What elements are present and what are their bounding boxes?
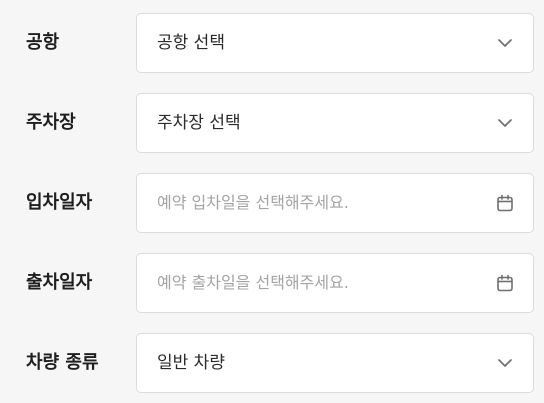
parking-label: 주차장 <box>26 112 76 133</box>
checkin-date-input[interactable]: 예약 입차일을 선택해주세요. <box>136 173 534 233</box>
vehicle-row: 차량 종류 일반 차량 <box>0 333 544 393</box>
vehicle-type-select[interactable]: 일반 차량 <box>136 333 534 393</box>
checkout-date-placeholder: 예약 출차일을 선택해주세요. <box>157 273 349 292</box>
vehicle-type-value: 일반 차량 <box>157 353 225 373</box>
parking-select[interactable]: 주차장 선택 <box>136 93 534 153</box>
airport-label: 공항 <box>26 32 60 53</box>
chevron-down-icon <box>495 113 515 133</box>
vehicle-label: 차량 종류 <box>26 352 99 373</box>
chevron-down-icon <box>495 33 515 53</box>
checkout-date-input[interactable]: 예약 출차일을 선택해주세요. <box>136 253 534 313</box>
airport-select-value: 공항 선택 <box>157 33 225 53</box>
calendar-icon[interactable] <box>495 273 515 293</box>
checkin-row: 입차일자 예약 입차일을 선택해주세요. <box>0 173 544 233</box>
checkin-label: 입차일자 <box>26 192 93 213</box>
checkout-label: 출차일자 <box>26 272 93 293</box>
airport-row: 공항 공항 선택 <box>0 13 544 73</box>
checkout-row: 출차일자 예약 출차일을 선택해주세요. <box>0 253 544 313</box>
airport-select[interactable]: 공항 선택 <box>136 13 534 73</box>
parking-row: 주차장 주차장 선택 <box>0 93 544 153</box>
parking-select-value: 주차장 선택 <box>157 113 241 133</box>
calendar-icon[interactable] <box>495 193 515 213</box>
parking-reservation-form: 공항 공항 선택 주차장 주차장 선택 입차일자 예약 입차일을 선택해주세요. <box>0 0 544 403</box>
checkin-date-placeholder: 예약 입차일을 선택해주세요. <box>157 193 349 212</box>
chevron-down-icon <box>495 353 515 373</box>
